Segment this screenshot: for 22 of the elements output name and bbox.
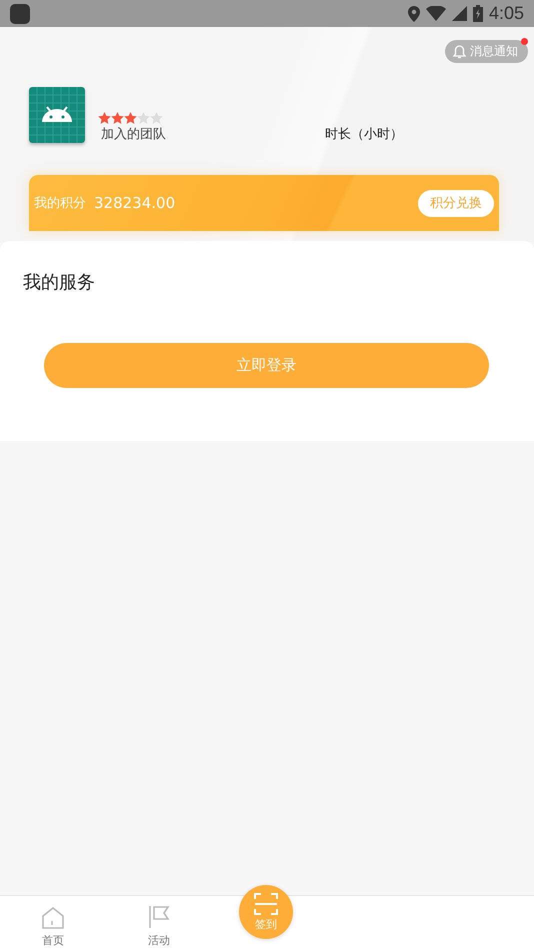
signal-icon: [452, 6, 467, 21]
points-value: 328234.00: [94, 194, 176, 212]
house-icon: [41, 907, 65, 929]
battery-icon: [472, 5, 483, 22]
flag-icon: [147, 905, 171, 929]
tab-item[interactable]: 首页: [0, 896, 106, 950]
notification-button[interactable]: 消息通知: [445, 40, 528, 63]
team-label: 加入的团队: [100, 126, 166, 143]
app-icon: [10, 4, 30, 24]
wifi-icon: [426, 6, 446, 21]
location-icon: [408, 6, 420, 22]
login-button[interactable]: 立即登录: [44, 343, 489, 388]
hours-label: 时长（小时）: [324, 126, 403, 143]
section-title: 我的服务: [22, 271, 96, 294]
scan-icon: [254, 892, 278, 914]
bell-icon: [453, 44, 466, 58]
points-label: 我的积分: [34, 195, 86, 212]
clock-time: 4:05: [488, 3, 524, 24]
check-in-button[interactable]: 签到: [239, 885, 293, 939]
tab-item[interactable]: 活动: [106, 896, 212, 950]
exchange-button[interactable]: 积分兑换: [418, 190, 494, 216]
avatar-icon: [29, 87, 85, 143]
